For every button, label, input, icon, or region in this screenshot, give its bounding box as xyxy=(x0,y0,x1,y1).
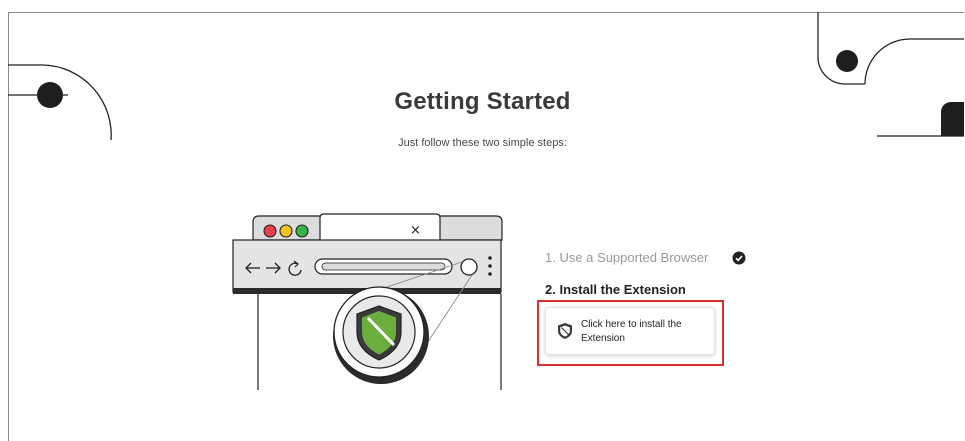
close-icon: × xyxy=(410,223,421,238)
close-dot-icon xyxy=(263,224,277,238)
install-extension-button[interactable]: Click here to install the Extension xyxy=(545,307,715,355)
extension-slot-icon xyxy=(460,258,478,276)
page-subtitle: Just follow these two simple steps: xyxy=(398,137,567,149)
decorative-circle-right xyxy=(817,12,964,137)
kebab-menu-icon xyxy=(488,256,492,276)
shield-icon xyxy=(558,323,572,339)
step-1-label: 1. Use a Supported Browser xyxy=(545,250,709,265)
page-frame: Getting Started Just follow these two si… xyxy=(0,0,964,441)
step-2-label: 2. Install the Extension xyxy=(545,282,686,297)
maximize-dot-icon xyxy=(295,224,309,238)
check-icon xyxy=(732,251,746,265)
minimize-dot-icon xyxy=(279,224,293,238)
install-extension-label: Click here to install the Extension xyxy=(581,319,682,344)
browser-illustration: × xyxy=(232,213,503,390)
page-title: Getting Started xyxy=(394,88,571,115)
